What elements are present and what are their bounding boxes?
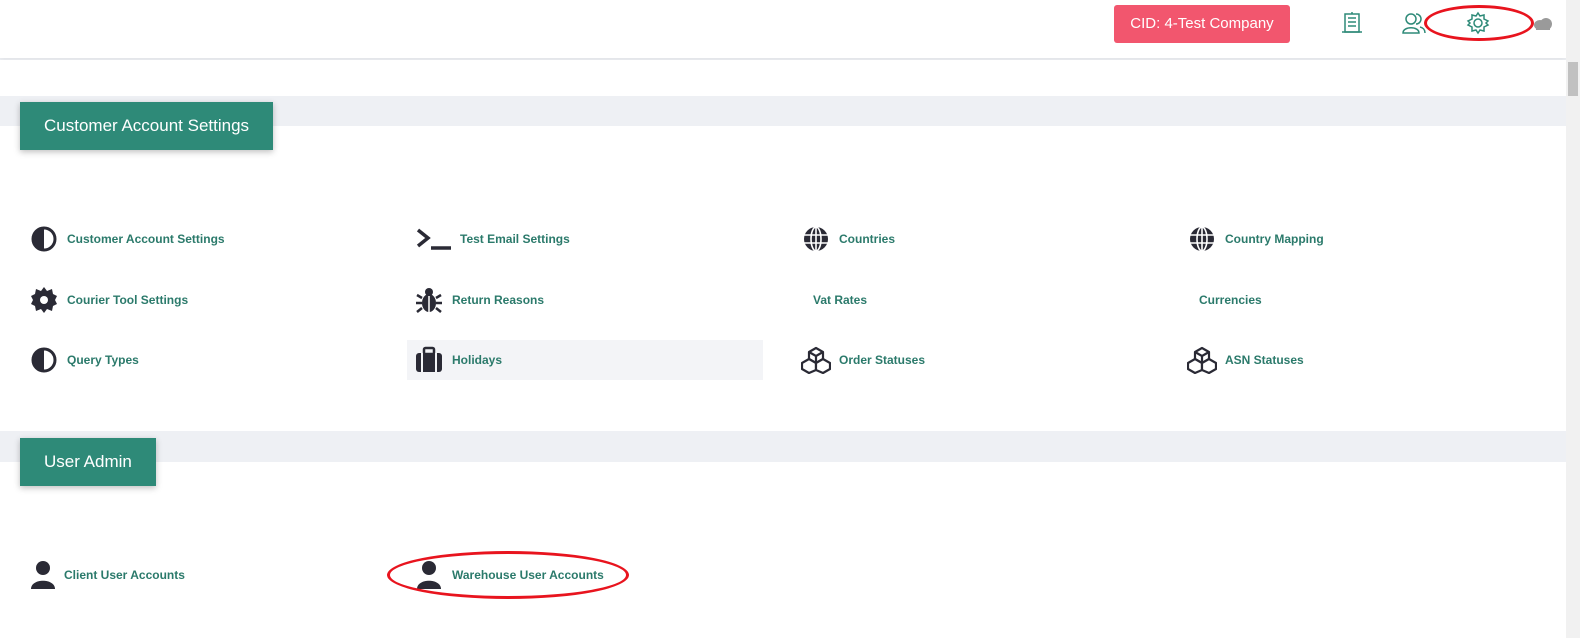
half-circle-icon: [29, 224, 59, 254]
globe-icon: [801, 224, 831, 254]
item-country-mapping[interactable]: Country Mapping: [1187, 219, 1324, 259]
globe-icon: [1187, 224, 1217, 254]
user-icon: [28, 560, 58, 590]
gear-icon: [29, 285, 59, 315]
item-query-types[interactable]: Query Types: [29, 340, 139, 380]
cubes-icon: [1187, 345, 1217, 375]
spacer-panel: [0, 60, 1566, 96]
customer-settings-panel: [0, 126, 1566, 431]
annotation-ellipse-warehouse-users: [387, 551, 629, 599]
item-return-reasons[interactable]: Return Reasons: [414, 280, 544, 320]
item-holidays[interactable]: Holidays: [407, 340, 763, 380]
user-admin-panel: [0, 462, 1566, 638]
half-circle-icon: [29, 345, 59, 375]
bug-icon: [414, 285, 444, 315]
company-badge[interactable]: CID: 4-Test Company: [1114, 5, 1290, 43]
suitcase-icon: [414, 345, 444, 375]
warehouse-icon[interactable]: [1339, 10, 1365, 36]
item-currencies[interactable]: Currencies: [1199, 280, 1262, 320]
item-countries[interactable]: Countries: [801, 219, 895, 259]
item-test-email-settings[interactable]: Test Email Settings: [414, 219, 570, 259]
item-vat-rates[interactable]: Vat Rates: [813, 280, 867, 320]
terminal-icon: [414, 224, 452, 254]
item-asn-statuses[interactable]: ASN Statuses: [1187, 340, 1304, 380]
section-header-user-admin: User Admin: [20, 438, 156, 486]
scrollbar-thumb[interactable]: [1568, 62, 1578, 96]
section-header-customer: Customer Account Settings: [20, 102, 274, 150]
item-client-user-accounts[interactable]: Client User Accounts: [28, 555, 185, 595]
top-bar: CID: 4-Test Company: [0, 0, 1566, 58]
cubes-icon: [801, 345, 831, 375]
item-courier-tool-settings[interactable]: Courier Tool Settings: [29, 280, 188, 320]
item-customer-account-settings[interactable]: Customer Account Settings: [29, 219, 225, 259]
item-order-statuses[interactable]: Order Statuses: [801, 340, 925, 380]
annotation-ellipse-settings: [1424, 5, 1534, 41]
